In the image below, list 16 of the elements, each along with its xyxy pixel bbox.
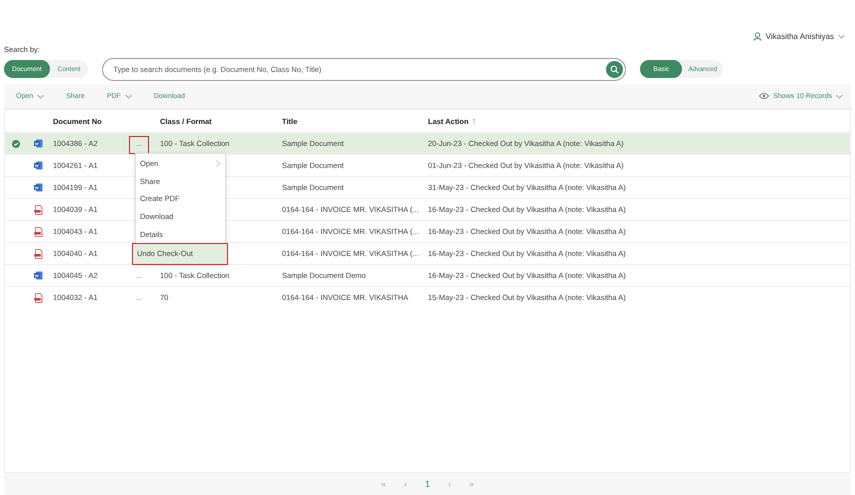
page-number[interactable]: 1: [422, 479, 432, 489]
user-menu[interactable]: Vikasitha Anishiyas: [752, 32, 845, 41]
chevron-down-icon: [838, 34, 845, 39]
check-icon: [12, 140, 20, 148]
word-document-icon: [34, 139, 42, 148]
user-icon: [752, 32, 762, 41]
word-document-icon: [34, 271, 42, 280]
word-document-icon: [34, 183, 42, 192]
pdf-document-icon: [34, 248, 42, 258]
pdf-document-icon: [34, 204, 42, 214]
pdf-document-icon: [34, 226, 42, 236]
pdf-document-icon: [34, 292, 42, 302]
chevron-down-icon: [836, 94, 843, 98]
word-document-icon: [34, 161, 42, 170]
eye-icon: [759, 93, 770, 99]
search-icon: [610, 64, 620, 74]
